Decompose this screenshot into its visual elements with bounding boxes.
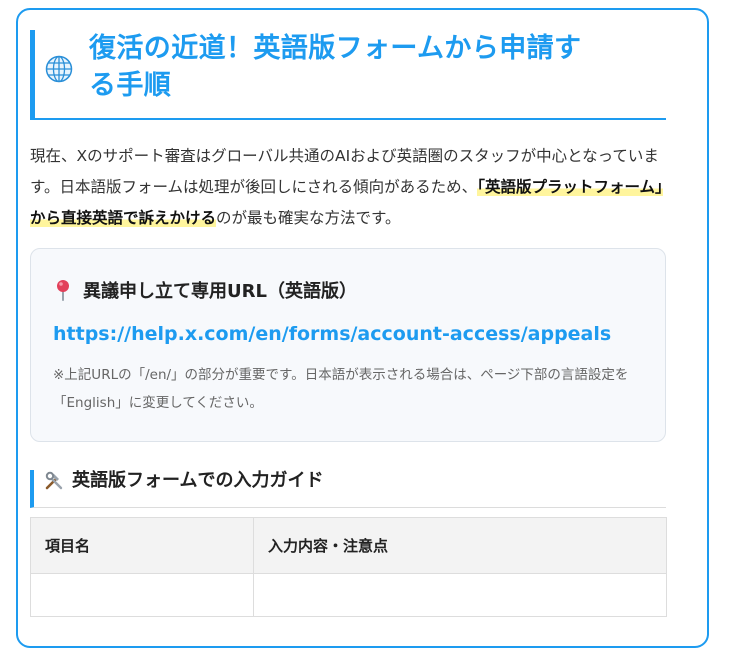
column-header-item: 項目名 xyxy=(30,517,254,574)
appeal-url-box: 異議申し立て専用URL（英語版） https://help.x.com/en/f… xyxy=(30,248,666,442)
table-header-row: 項目名 入力内容・注意点 xyxy=(30,517,667,574)
globe-icon xyxy=(45,55,73,83)
pin-icon xyxy=(57,280,69,301)
tools-icon xyxy=(45,471,63,490)
url-box-title-text: 異議申し立て専用URL（英語版） xyxy=(83,281,357,302)
table-cell xyxy=(30,573,254,617)
section-heading: 復活の近道！英語版フォームから申請す る手順 xyxy=(30,30,666,120)
appeal-url-link[interactable]: https://help.x.com/en/forms/account-acce… xyxy=(53,323,611,345)
section-heading-text: 復活の近道！英語版フォームから申請す る手順 xyxy=(89,30,581,104)
intro-paragraph: 現在、Xのサポート審査はグローバル共通のAIおよび英語圏のスタッフが中心となって… xyxy=(30,141,666,234)
table-cell xyxy=(253,573,667,617)
url-box-note: ※上記URLの「/en/」の部分が重要です。日本語が表示される場合は、ページ下部… xyxy=(53,367,629,411)
heading-line-1: 復活の近道！英語版フォームから申請す xyxy=(89,33,582,64)
heading-line-2: る手順 xyxy=(89,70,172,101)
guide-table: 項目名 入力内容・注意点 xyxy=(30,517,667,617)
intro-text-end: のが最も確実な方法です。 xyxy=(216,209,401,227)
guide-heading: 英語版フォームでの入力ガイド xyxy=(30,470,666,508)
url-box-title: 異議申し立て専用URL（英語版） xyxy=(55,277,357,303)
guide-heading-text: 英語版フォームでの入力ガイド xyxy=(72,470,324,491)
table-row xyxy=(30,573,667,617)
column-header-content: 入力内容・注意点 xyxy=(253,517,667,574)
